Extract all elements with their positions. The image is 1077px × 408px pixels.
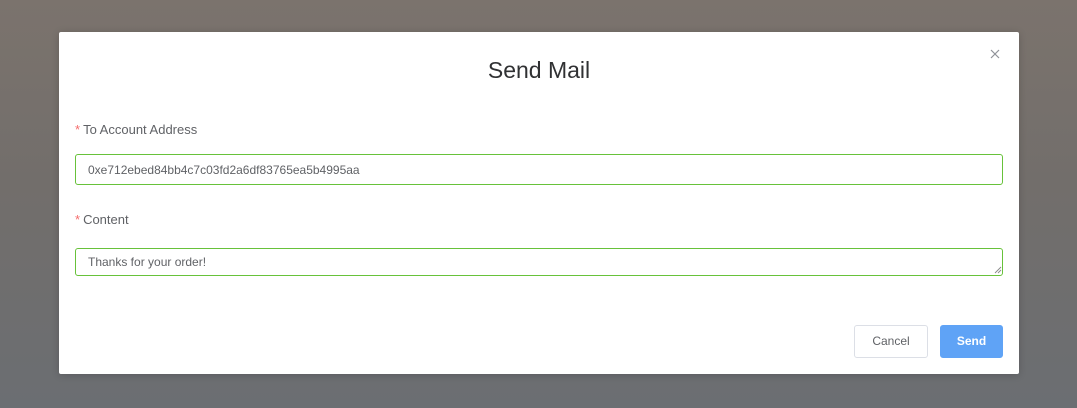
dialog-title: Send Mail (487, 57, 591, 83)
resize-grip-icon[interactable] (994, 266, 1002, 274)
content-label: * Content (75, 212, 129, 228)
send-button[interactable]: Send (940, 325, 1003, 358)
close-button[interactable] (987, 46, 1003, 62)
send-mail-dialog: Send Mail *To Account Address *Content T… (59, 32, 1019, 374)
content-textarea[interactable]: Thanks for your order! (75, 248, 1003, 276)
required-mark: * (75, 122, 81, 137)
to-address-label-text: To Account Address (83, 122, 198, 137)
close-icon (990, 49, 1000, 59)
to-address-label: * To Account Address (75, 122, 197, 138)
required-mark: * (75, 212, 81, 227)
to-address-input[interactable] (75, 154, 1003, 185)
content-label-text: Content (83, 212, 129, 227)
cancel-button[interactable]: Cancel (854, 325, 928, 358)
